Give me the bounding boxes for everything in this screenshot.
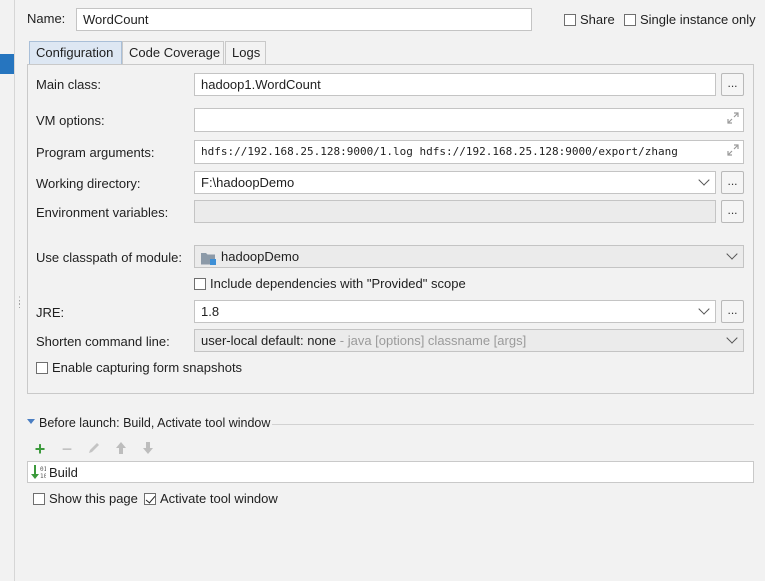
main-class-input[interactable]: hadoop1.WordCount <box>194 73 716 96</box>
shorten-command-line-hint: - java [options] classname [args] <box>336 333 527 348</box>
chevron-down-icon <box>726 332 738 344</box>
config-tree-selected-item[interactable] <box>0 54 14 74</box>
vm-options-label: VM options: <box>36 113 105 128</box>
program-arguments-label: Program arguments: <box>36 145 155 160</box>
tab-code-coverage[interactable]: Code Coverage <box>122 41 224 64</box>
shorten-command-line-combo[interactable]: user-local default: none - java [options… <box>194 329 744 352</box>
enable-snapshots-label: Enable capturing form snapshots <box>52 360 243 375</box>
working-directory-label: Working directory: <box>36 176 141 191</box>
splitter-grip[interactable]: ⋮ ⋮ <box>15 296 24 318</box>
chevron-down-icon <box>726 248 738 260</box>
classpath-module-label: Use classpath of module: <box>36 250 182 265</box>
show-this-page-label: Show this page <box>49 491 138 506</box>
activate-tool-window-checkbox[interactable] <box>144 493 156 505</box>
environment-variables-label: Environment variables: <box>36 205 169 220</box>
main-class-browse-button[interactable]: ... <box>721 73 744 96</box>
shorten-command-line-value: user-local default: none <box>201 333 337 348</box>
working-directory-combo[interactable]: F:\hadoopDemo <box>194 171 716 194</box>
vm-options-expand-icon[interactable] <box>726 111 744 129</box>
move-down-icon[interactable] <box>140 441 156 457</box>
build-icon: 01 10 <box>30 464 48 483</box>
add-icon[interactable]: + <box>32 440 48 458</box>
tab-logs[interactable]: Logs <box>225 41 266 64</box>
svg-text:10: 10 <box>40 473 46 480</box>
share-checkbox[interactable] <box>564 14 576 26</box>
before-launch-divider <box>272 424 754 425</box>
chevron-down-icon <box>698 303 710 315</box>
jre-value: 1.8 <box>201 304 220 319</box>
vm-options-input[interactable] <box>194 108 744 132</box>
remove-icon[interactable]: − <box>59 440 75 458</box>
main-class-label: Main class: <box>36 77 102 92</box>
jre-browse-button[interactable]: ... <box>721 300 744 323</box>
svg-text:01: 01 <box>40 466 46 473</box>
show-this-page-checkbox[interactable] <box>33 493 45 505</box>
share-label: Share <box>580 12 615 27</box>
environment-variables-input[interactable] <box>194 200 716 223</box>
edit-icon[interactable] <box>86 441 102 457</box>
include-dependencies-checkbox[interactable] <box>194 278 206 290</box>
jre-label: JRE: <box>36 305 65 320</box>
tab-configuration[interactable]: Configuration <box>29 41 122 64</box>
shorten-command-line-label: Shorten command line: <box>36 334 170 349</box>
jre-combo[interactable]: 1.8 <box>194 300 716 323</box>
single-instance-label: Single instance only <box>640 12 756 27</box>
list-item[interactable] <box>27 461 754 483</box>
include-dependencies-label: Include dependencies with "Provided" sco… <box>210 276 466 291</box>
name-input[interactable]: WordCount <box>76 8 532 31</box>
environment-variables-browse-button[interactable]: ... <box>721 200 744 223</box>
chevron-down-icon <box>698 174 710 186</box>
config-tree-pane <box>0 0 15 581</box>
name-label: Name: <box>27 11 66 26</box>
collapse-triangle-icon[interactable] <box>27 419 35 424</box>
module-folder-icon <box>201 250 216 267</box>
activate-tool-window-label: Activate tool window <box>160 491 278 506</box>
build-task-label: Build <box>49 465 78 480</box>
classpath-module-combo[interactable]: hadoopDemo <box>194 245 744 268</box>
enable-snapshots-checkbox[interactable] <box>36 362 48 374</box>
move-up-icon[interactable] <box>113 441 129 457</box>
single-instance-checkbox[interactable] <box>624 14 636 26</box>
working-directory-value: F:\hadoopDemo <box>201 175 295 190</box>
before-launch-title[interactable]: Before launch: Build, Activate tool wind… <box>39 416 270 430</box>
program-arguments-input[interactable]: hdfs://192.168.25.128:9000/1.log hdfs://… <box>194 140 744 164</box>
classpath-module-value: hadoopDemo <box>221 249 300 264</box>
working-directory-browse-button[interactable]: ... <box>721 171 744 194</box>
program-arguments-expand-icon[interactable] <box>726 143 744 161</box>
